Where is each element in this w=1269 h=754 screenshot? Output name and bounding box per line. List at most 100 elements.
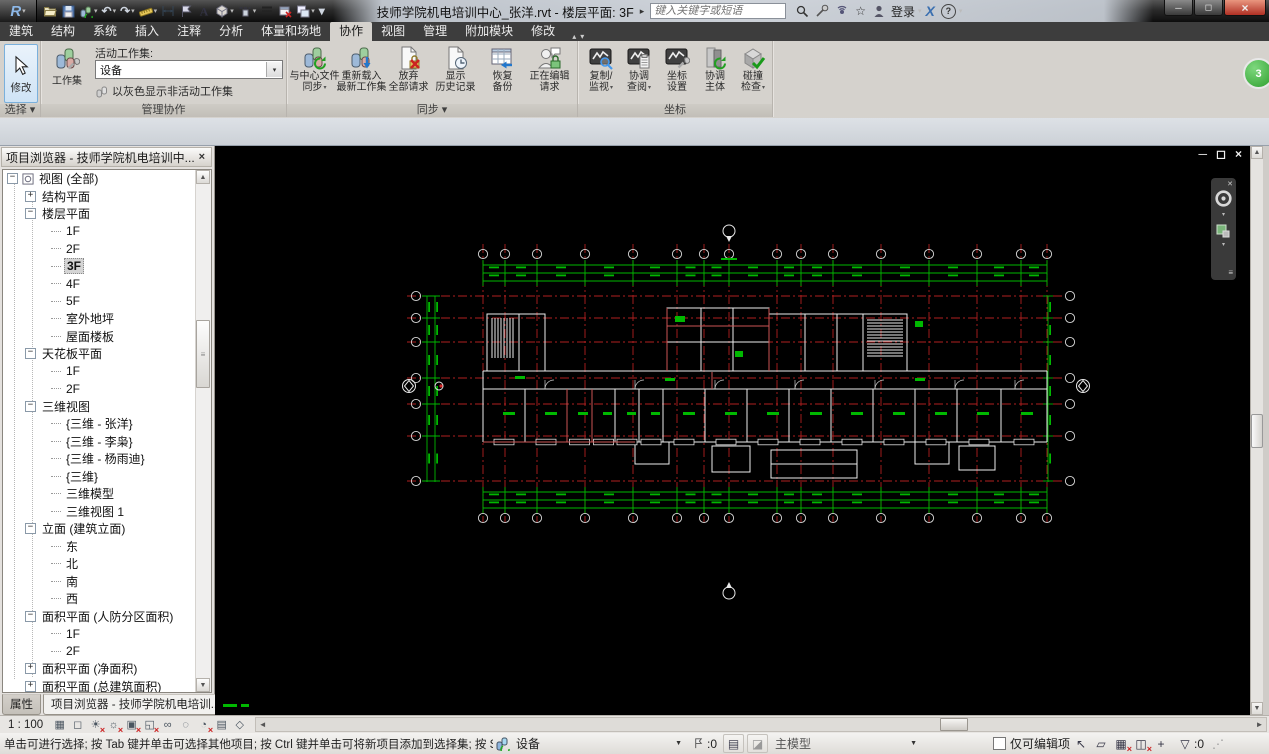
select-by-face-icon[interactable]: ◫ ×	[1132, 735, 1152, 754]
worksharing-display-icon[interactable]: ◔ ×	[195, 717, 213, 736]
tree-item[interactable]: 1F	[3, 625, 211, 643]
thin-lines-icon[interactable]	[258, 2, 276, 20]
close-icon[interactable]: ✕	[1227, 180, 1233, 188]
scroll-left-icon[interactable]: ◄	[256, 718, 269, 731]
chevron-down-icon[interactable]: ▾	[610, 83, 613, 94]
expand-icon[interactable]: +	[25, 663, 36, 675]
add-to-design-option-icon[interactable]: ◪	[747, 734, 769, 753]
chevron-down-icon[interactable]: ▾	[154, 7, 158, 15]
chevron-down-icon[interactable]: ▾	[311, 7, 315, 15]
tree-item[interactable]: − 楼层平面	[3, 205, 211, 223]
favorites-icon[interactable]: ☆	[852, 2, 869, 20]
select-underlay-icon[interactable]: ▱	[1092, 735, 1110, 752]
notification-badge[interactable]: 3	[1243, 58, 1269, 89]
chevron-down-icon[interactable]: ▾	[253, 7, 257, 15]
save-icon[interactable]	[59, 2, 77, 20]
minimize-button[interactable]: ─	[1164, 0, 1193, 16]
tree-item[interactable]: 南	[3, 573, 211, 591]
tree-item[interactable]: {三维}	[3, 468, 211, 486]
expand-icon[interactable]: +	[25, 190, 36, 202]
tab-建筑[interactable]: 建筑	[0, 22, 42, 41]
tree-scrollbar[interactable]: ▲ ≡ ▼	[195, 170, 211, 692]
tree-item[interactable]: 1F	[3, 363, 211, 381]
select-pinned-icon[interactable]: ▦ ×	[1112, 735, 1132, 754]
tree-item[interactable]: 4F	[3, 275, 211, 293]
copy-monitor-button[interactable]: 复制/监视 ▾	[582, 42, 620, 102]
tree-item[interactable]: − 视图 (全部)	[3, 170, 211, 188]
temporary-hide-isolate-icon[interactable]: ∞	[159, 717, 176, 732]
coordinate-settings-button[interactable]: 坐标 设置	[658, 42, 696, 102]
crop-view-icon[interactable]: ▣ ×	[123, 717, 141, 735]
tree-item[interactable]: − 面积平面 (人防分区面积)	[3, 608, 211, 626]
chevron-down-icon[interactable]: ▾	[1222, 241, 1225, 248]
scrollbar-thumb[interactable]	[940, 718, 969, 731]
navbar-menu-icon[interactable]: ≡	[1228, 268, 1233, 277]
show-crop-icon[interactable]: ◱ ×	[141, 717, 159, 735]
ribbon-minimize-button[interactable]: ▴ ▾	[570, 32, 586, 41]
design-option-select[interactable]: 主模型 ▼	[771, 735, 921, 752]
tree-item[interactable]: − 天花板平面	[3, 345, 211, 363]
chevron-down-icon[interactable]: ▾	[323, 83, 326, 94]
select-panel-label[interactable]: 选择 ▾	[0, 104, 40, 117]
text-icon[interactable]: A	[195, 2, 213, 20]
chevron-down-icon[interactable]: ▾	[94, 7, 98, 15]
section-icon[interactable]: ▾	[236, 2, 259, 20]
search-input[interactable]	[650, 3, 787, 19]
sync-central-button[interactable]: 与中心文件 同步 ▾	[290, 42, 340, 102]
sun-path-icon[interactable]: ☀ ×	[87, 717, 105, 735]
tree-item[interactable]: − 立面 (建筑立面)	[3, 520, 211, 538]
tree-item[interactable]: {三维 - 杨雨迪}	[3, 450, 211, 468]
selection-filter[interactable]: ▽ :0	[1174, 735, 1204, 752]
scroll-up-icon[interactable]: ▲	[1251, 146, 1263, 159]
chevron-down-icon[interactable]: ▾	[266, 62, 282, 77]
tree-item[interactable]: 2F	[3, 643, 211, 661]
scrollbar-thumb[interactable]: ≡	[196, 320, 210, 388]
shadows-icon[interactable]: ☼ ×	[105, 717, 124, 736]
gray-inactive-worksets-toggle[interactable]: 以灰色显示非活动工作集	[95, 83, 233, 99]
tab-管理[interactable]: 管理	[414, 22, 456, 41]
aligned-dimension-icon[interactable]	[159, 2, 177, 20]
scroll-down-icon[interactable]: ▼	[196, 678, 210, 692]
chevron-down-icon[interactable]: ▾	[131, 7, 135, 15]
open-icon[interactable]	[41, 2, 59, 20]
close-button[interactable]: ×	[1224, 0, 1266, 16]
communication-center-icon[interactable]	[832, 2, 852, 20]
tree-item[interactable]: {三维 - 李枭}	[3, 433, 211, 451]
tab-视图[interactable]: 视图	[372, 22, 414, 41]
editing-requests-button[interactable]: 正在编辑 请求	[526, 42, 573, 102]
active-workset-select[interactable]: 设备 ▾	[95, 60, 283, 79]
steering-wheel-icon[interactable]	[1213, 188, 1234, 209]
undo-icon[interactable]: ↶ ▾	[100, 2, 119, 20]
chevron-down-icon[interactable]: ▾	[648, 83, 651, 94]
measure-icon[interactable]: ▾	[137, 2, 160, 20]
tab-分析[interactable]: 分析	[210, 22, 252, 41]
coordination-host-button[interactable]: 协调 主体	[696, 42, 734, 102]
help-icon[interactable]: ?	[940, 3, 956, 19]
visual-style-icon[interactable]: ◻	[69, 717, 86, 732]
chevron-down-icon[interactable]: ▾	[762, 83, 765, 94]
view-close-icon[interactable]: ×	[1235, 147, 1242, 161]
subscription-center-icon[interactable]	[812, 2, 832, 20]
tree-item[interactable]: 屋面楼板	[3, 328, 211, 346]
close-icon[interactable]: ×	[197, 151, 207, 163]
resize-grip-icon[interactable]: ⋰	[1212, 737, 1224, 751]
close-hidden-windows-icon[interactable]	[276, 2, 294, 20]
scroll-up-icon[interactable]: ▲	[196, 170, 210, 184]
reload-latest-button[interactable]: 重新载入 最新工作集	[337, 42, 387, 102]
workset-select[interactable]: 设备 ▼	[514, 735, 686, 752]
collapse-icon[interactable]: −	[25, 208, 36, 220]
scrollbar-thumb[interactable]	[1251, 414, 1263, 448]
show-history-button[interactable]: 显示 历史记录	[432, 42, 479, 102]
collapse-icon[interactable]: −	[25, 610, 36, 622]
editable-only-option[interactable]: 仅可编辑项	[993, 735, 1070, 752]
search-icon[interactable]	[792, 2, 812, 20]
scroll-right-icon[interactable]: ►	[1253, 718, 1266, 731]
vertical-scrollbar[interactable]: ▲ ▼	[1250, 146, 1263, 715]
tree-item[interactable]: 北	[3, 555, 211, 573]
chevron-down-icon[interactable]: ▾	[113, 7, 117, 15]
collapse-icon[interactable]: −	[25, 348, 36, 360]
navigation-bar[interactable]: ✕ ▾ ▾ ≡	[1211, 178, 1236, 280]
collapse-icon[interactable]: −	[7, 173, 18, 185]
expand-icon[interactable]: +	[25, 680, 36, 692]
chevron-down-icon[interactable]: ▾	[230, 7, 234, 15]
